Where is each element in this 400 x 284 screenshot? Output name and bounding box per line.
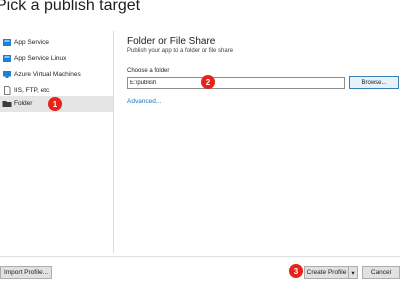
import-profile-button[interactable]: Import Profile...: [0, 266, 52, 279]
section-subtitle: Publish your app to a folder or file sha…: [127, 48, 234, 54]
target-label: Azure Virtual Machines: [14, 71, 81, 78]
target-label: App Service: [14, 39, 50, 46]
folder-icon: [2, 101, 12, 107]
browse-button[interactable]: Browse...: [349, 76, 399, 89]
step-marker-3: 3: [289, 264, 303, 278]
page-icon: [4, 86, 11, 95]
virtual-machine-icon: [3, 71, 11, 78]
step-marker-2: 2: [201, 75, 215, 89]
advanced-link[interactable]: Advanced...: [127, 98, 161, 105]
create-profile-dropdown-button[interactable]: ▾: [348, 266, 358, 279]
target-label: Folder: [14, 100, 33, 107]
window-title: Pick a publish target: [0, 0, 141, 14]
create-profile-button[interactable]: Create Profile: [304, 266, 349, 279]
folder-path-input[interactable]: [127, 77, 345, 89]
target-list: App Service App Service Linux Azure Virt…: [0, 31, 114, 253]
cancel-button[interactable]: Cancel: [362, 266, 400, 279]
folder-field-label: Choose a folder: [127, 68, 170, 74]
section-heading: Folder or File Share: [127, 36, 216, 47]
step-marker-1: 1: [48, 97, 62, 111]
target-azure-virtual-machines[interactable]: Azure Virtual Machines: [0, 67, 113, 83]
footer-divider: [0, 256, 400, 257]
target-app-service[interactable]: App Service: [0, 35, 113, 51]
target-label: IIS, FTP, etc: [14, 87, 50, 94]
app-service-icon: [3, 39, 11, 46]
target-app-service-linux[interactable]: App Service Linux: [0, 51, 113, 67]
app-service-linux-icon: [3, 55, 11, 62]
target-label: App Service Linux: [14, 55, 67, 62]
